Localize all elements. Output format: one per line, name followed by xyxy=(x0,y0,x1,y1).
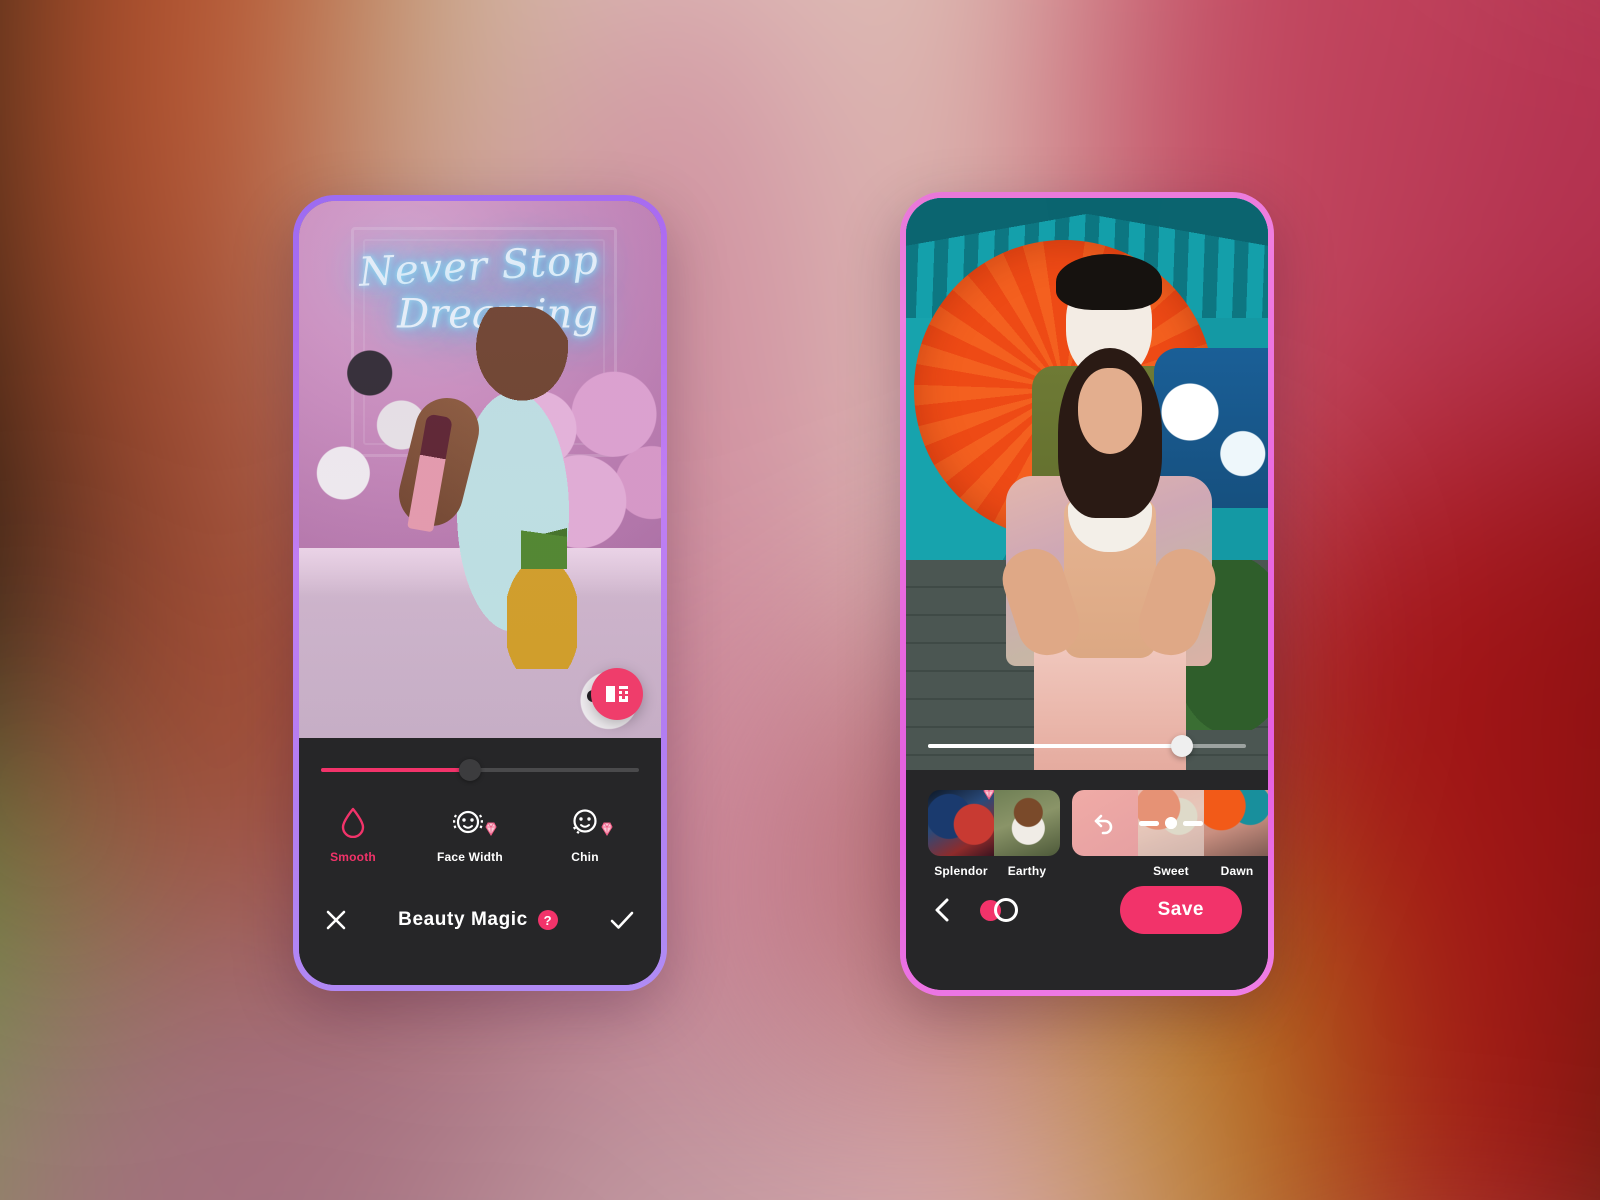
phone-mockup-left: Never Stop Dreaming xyxy=(293,195,667,991)
compare-toggle-ring xyxy=(994,898,1018,922)
tool-smooth[interactable]: Smooth xyxy=(321,802,385,864)
intensity-slider-icon xyxy=(1139,817,1203,829)
premium-gem-icon xyxy=(599,821,615,842)
filter-item-dawn[interactable]: Dawn xyxy=(1204,790,1268,878)
right-photo-preview[interactable] xyxy=(906,198,1268,770)
filter-intensity-slider-track[interactable] xyxy=(928,735,1246,757)
tool-label: Smooth xyxy=(330,850,376,864)
tool-chin[interactable]: Chin xyxy=(553,802,617,864)
undo-icon xyxy=(1072,790,1138,856)
intensity-slider-row xyxy=(299,738,661,798)
help-badge[interactable]: ? xyxy=(537,910,558,930)
filter-thumbnail xyxy=(1072,790,1138,856)
filter-item-sweet[interactable]: Sweet xyxy=(1138,790,1204,878)
filter-item-splendor[interactable]: Splendor xyxy=(928,790,994,878)
droplet-icon xyxy=(321,802,385,842)
right-bottom-bar: Save xyxy=(906,886,1268,990)
compare-before-after-button[interactable] xyxy=(591,668,643,720)
tool-label: Face Width xyxy=(437,850,503,864)
filter-group-b: SweetDawnSunset xyxy=(1072,790,1268,878)
left-screen: Never Stop Dreaming xyxy=(299,201,661,985)
filter-intensity-slider-fill xyxy=(928,744,1183,748)
filter-label: Dawn xyxy=(1220,864,1254,878)
screenshot-canvas: Never Stop Dreaming xyxy=(0,0,1600,1200)
check-icon xyxy=(610,911,634,929)
filter-thumbnail xyxy=(994,790,1060,856)
intensity-slider-fill xyxy=(321,768,471,772)
chin-icon xyxy=(553,802,617,842)
filter-thumbnail xyxy=(928,790,994,856)
right-screen: SplendorEarthySweetDawnSunset Save xyxy=(906,198,1268,990)
back-button[interactable] xyxy=(932,897,952,923)
cancel-button[interactable] xyxy=(325,909,347,931)
premium-gem-icon xyxy=(483,821,499,842)
tool-label: Chin xyxy=(571,850,599,864)
filter-label: Sweet xyxy=(1153,864,1189,878)
model-subject xyxy=(994,348,1224,770)
photo-tint xyxy=(299,201,661,738)
filter-group-a: Splendor Earthy xyxy=(928,790,1060,878)
confirm-button[interactable] xyxy=(609,909,635,931)
filter-item-undo[interactable] xyxy=(1072,790,1138,878)
filter-intensity-slider-thumb[interactable] xyxy=(1171,735,1194,757)
tool-face-width[interactable]: Face Width xyxy=(437,802,503,864)
left-photo-preview[interactable]: Never Stop Dreaming xyxy=(299,201,661,738)
compare-toggle-button[interactable] xyxy=(980,898,1018,922)
filter-carousel[interactable]: SplendorEarthySweetDawnSunset xyxy=(906,770,1268,878)
left-bottom-bar: Beauty Magic ? xyxy=(299,909,661,985)
chevron-left-icon xyxy=(935,898,949,922)
filter-thumbnail xyxy=(1138,790,1204,856)
premium-gem-icon xyxy=(981,790,994,803)
close-icon xyxy=(326,910,346,930)
page-title: Beauty Magic xyxy=(398,909,528,930)
background-gradient xyxy=(0,0,1600,1200)
save-button[interactable]: Save xyxy=(1119,886,1242,934)
intensity-slider-track[interactable] xyxy=(321,759,639,781)
intensity-slider-thumb[interactable] xyxy=(459,759,482,781)
beauty-tool-list[interactable]: SmoothFace WidthChinNose SizeLips xyxy=(299,798,661,864)
phone-mockup-right: SplendorEarthySweetDawnSunset Save xyxy=(900,192,1274,996)
face-width-icon xyxy=(437,802,501,842)
panel-title-group: Beauty Magic ? xyxy=(398,909,558,931)
right-control-panel: SplendorEarthySweetDawnSunset Save xyxy=(906,770,1268,990)
filter-label: Earthy xyxy=(1007,864,1047,878)
filter-thumbnail xyxy=(1204,790,1268,856)
compare-before-after-icon xyxy=(606,686,628,702)
filter-intensity-slider-row xyxy=(928,735,1246,757)
left-control-panel: SmoothFace WidthChinNose SizeLips Beauty… xyxy=(299,738,661,985)
filter-item-earthy[interactable]: Earthy xyxy=(994,790,1060,878)
filter-label: Splendor xyxy=(934,864,988,878)
